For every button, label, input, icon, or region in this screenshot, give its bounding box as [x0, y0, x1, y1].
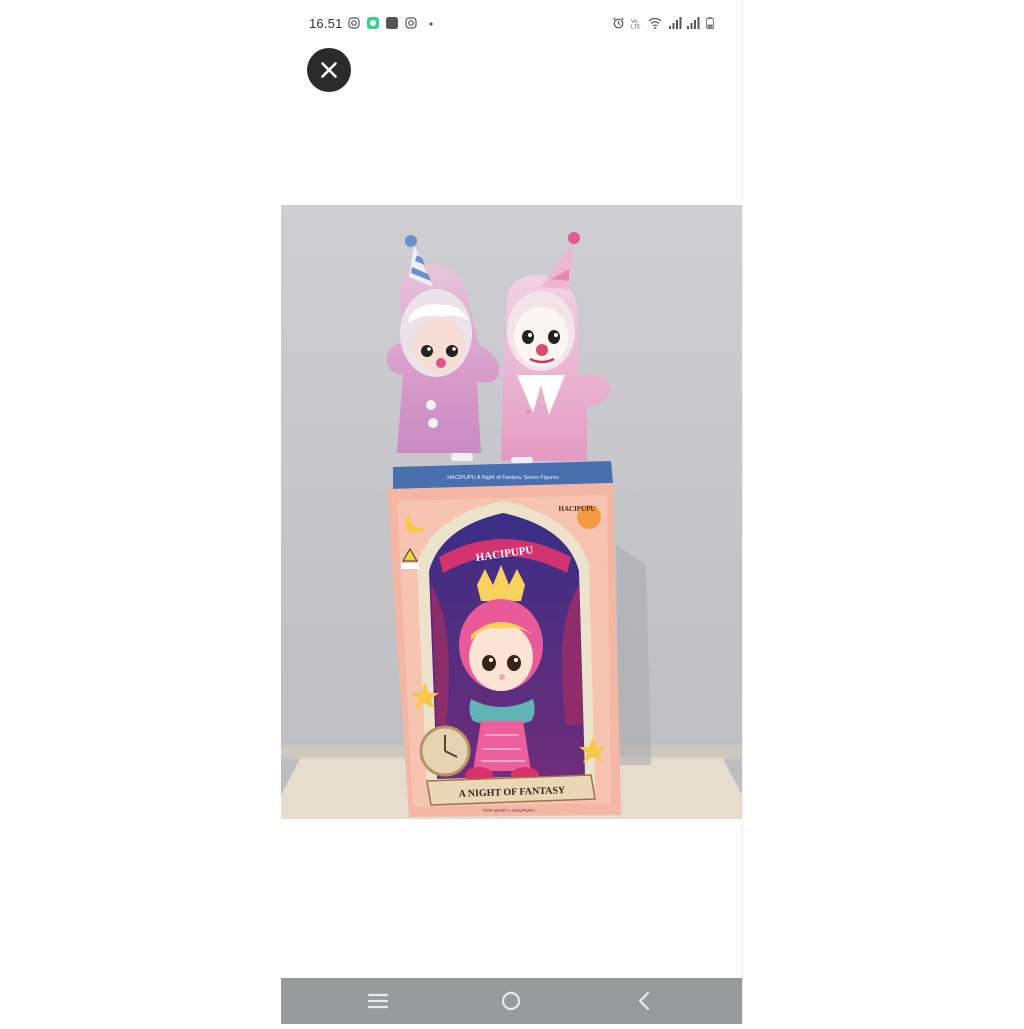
chat-app-icon: [367, 17, 379, 29]
recents-button[interactable]: [348, 978, 408, 1024]
home-icon: [501, 991, 521, 1011]
phone-screen: 16.51 Vo LTE HACIPUPU A Night of Fantasy…: [281, 0, 743, 1024]
box-bottom-text: POP MART × HACIPUPU: [483, 808, 535, 813]
instagram-icon: [348, 17, 360, 29]
alarm-icon: [613, 17, 624, 29]
more-notifications-dot-icon: [429, 22, 433, 26]
status-bar: 16.51 Vo LTE: [281, 0, 742, 48]
gallery-app-icon: [386, 17, 398, 29]
home-button[interactable]: [481, 978, 541, 1024]
product-photo: HACIPUPU A Night of Fantasy Series Figur…: [281, 205, 742, 819]
volte-icon: Vo LTE: [631, 19, 641, 30]
back-button[interactable]: [614, 978, 674, 1024]
wifi-icon: [648, 17, 662, 29]
signal-icon: [687, 17, 700, 29]
recents-icon: [367, 993, 389, 1009]
box-corner-text: HACIPUPU: [559, 505, 596, 513]
close-button[interactable]: [307, 48, 351, 92]
navigation-bar: [281, 978, 742, 1024]
product-photo-illustration: HACIPUPU A Night of Fantasy Series Figur…: [281, 205, 742, 819]
status-time: 16.51: [309, 16, 343, 31]
close-icon: [321, 62, 337, 78]
product-box: [387, 461, 621, 817]
instagram-icon: [405, 17, 417, 29]
back-icon: [638, 991, 650, 1011]
battery-icon: [706, 17, 714, 29]
signal-icon: [669, 17, 682, 29]
svg-text:LTE: LTE: [631, 25, 641, 30]
box-top-strip-text: HACIPUPU A Night of Fantasy Series Figur…: [447, 475, 559, 481]
